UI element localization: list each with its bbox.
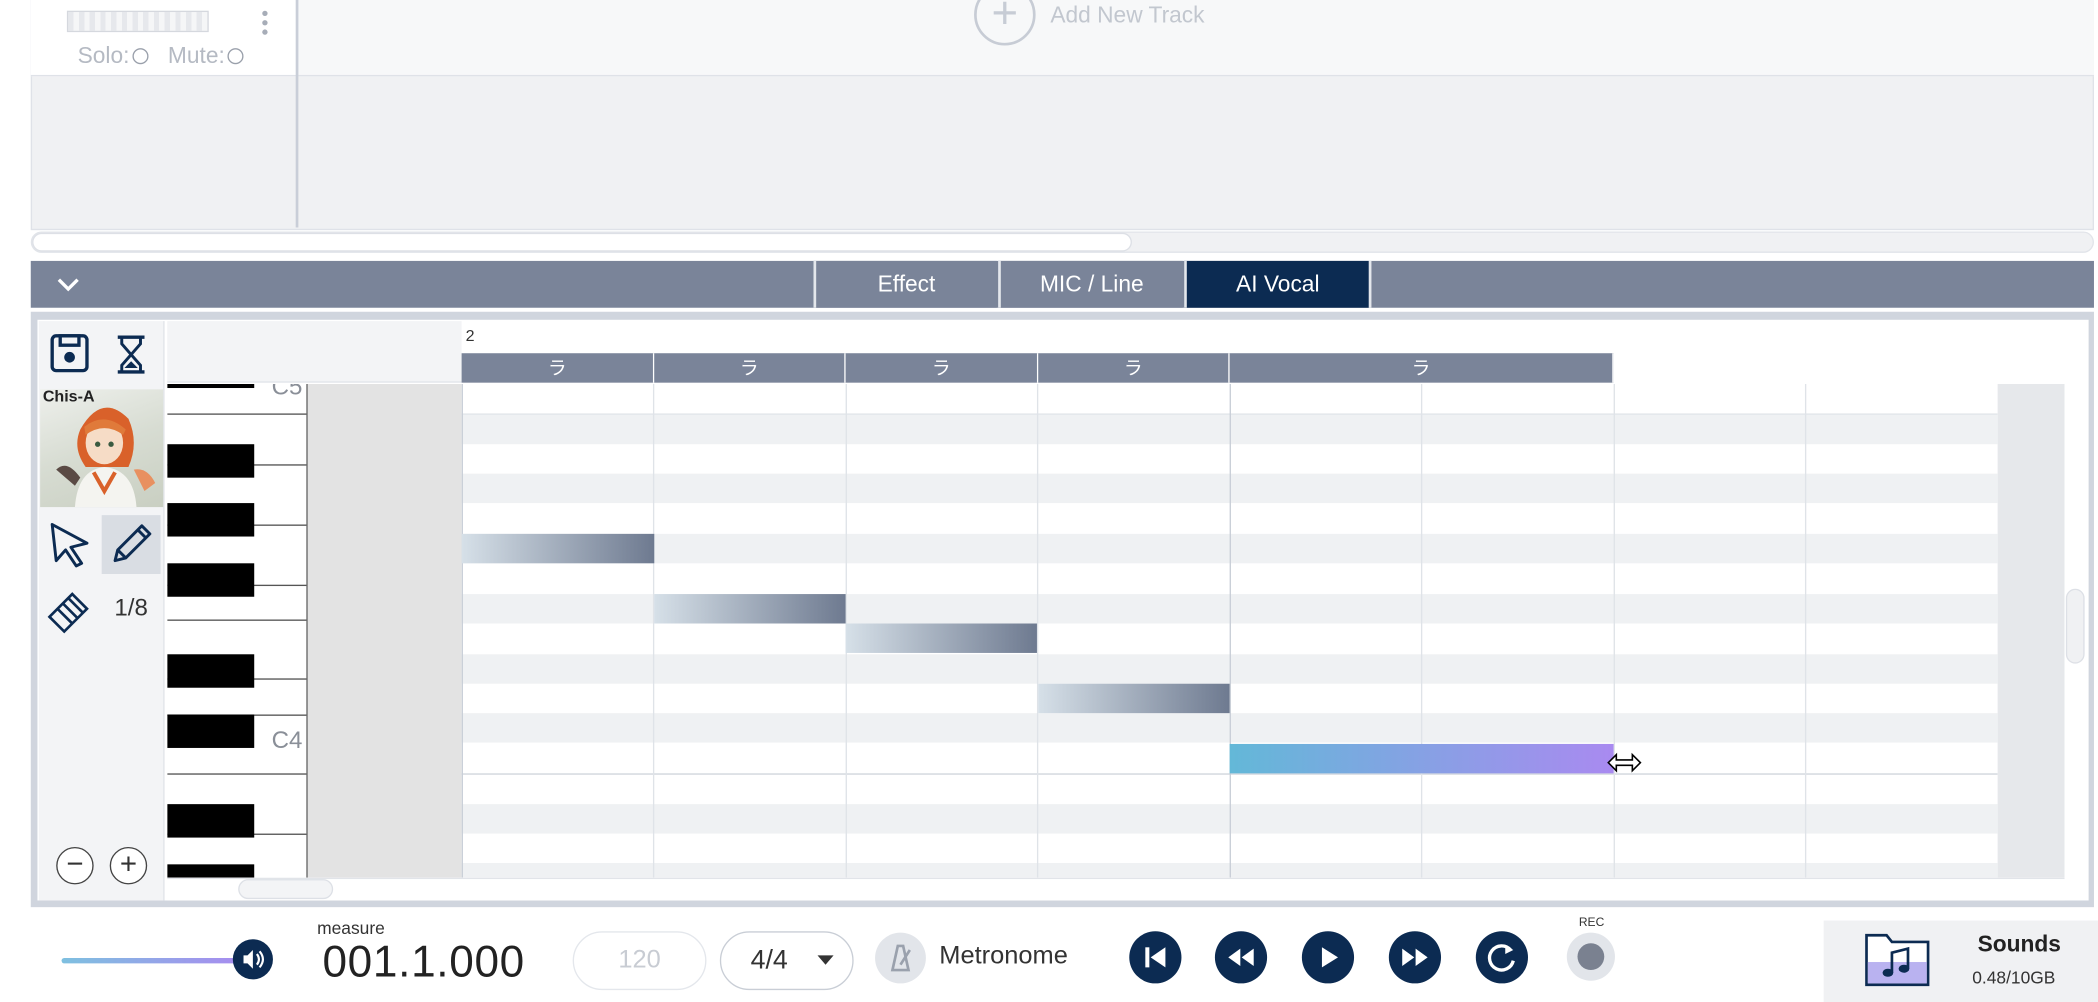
track-divider: [295, 0, 299, 228]
solo-toggle[interactable]: [132, 48, 149, 65]
vocal-note[interactable]: [845, 623, 1037, 653]
eraser-icon[interactable]: [40, 579, 100, 639]
track-menu-icon[interactable]: [262, 10, 268, 35]
horizontal-scrollbar-thumb[interactable]: [238, 879, 334, 900]
solo-mute-row: Solo: Mute:: [78, 43, 244, 70]
tab-mic-line[interactable]: MIC / Line: [998, 260, 1183, 308]
note-grid[interactable]: [461, 384, 1998, 878]
metronome-icon[interactable]: [875, 932, 926, 984]
next-bar-area: [1997, 384, 2065, 878]
piano-keyboard[interactable]: [167, 384, 308, 878]
resize-cursor-icon: [1606, 749, 1643, 776]
zoom-out-button[interactable]: −: [56, 846, 94, 885]
metronome-label[interactable]: Metronome: [939, 942, 1068, 971]
bar-number: 2: [465, 326, 475, 346]
storage-usage: 0.48/10GB: [1972, 967, 2056, 988]
pre-roll-area: [307, 384, 462, 878]
skip-start-icon[interactable]: [1129, 931, 1182, 984]
sounds-label[interactable]: Sounds: [1978, 931, 2061, 958]
measure-label: measure: [317, 917, 385, 938]
mute-label: Mute:: [167, 42, 225, 69]
piano-black-key[interactable]: [167, 654, 255, 688]
solo-label: Solo:: [77, 42, 130, 69]
piano-black-key[interactable]: [167, 864, 255, 878]
chevron-down-icon[interactable]: [48, 268, 88, 303]
editor-horizontal-scrollbar[interactable]: [167, 877, 2065, 901]
lyric-block[interactable]: ラ: [845, 353, 1039, 383]
snap-division-selector[interactable]: 1/8: [102, 589, 161, 626]
piano-black-key[interactable]: [167, 503, 255, 537]
hourglass-icon[interactable]: [104, 328, 158, 382]
lyric-block[interactable]: ラ: [461, 353, 655, 383]
play-icon[interactable]: [1301, 931, 1355, 984]
arrow-pointer-icon[interactable]: [40, 515, 100, 575]
playhead-position[interactable]: 001.1.000: [322, 937, 524, 988]
record-icon[interactable]: [1577, 943, 1605, 971]
lyric-block[interactable]: ラ: [1229, 353, 1614, 383]
rec-label: REC: [1578, 915, 1605, 929]
rewind-icon[interactable]: [1214, 931, 1268, 984]
singer-avatar[interactable]: [40, 389, 164, 508]
vertical-scrollbar-thumb[interactable]: [2065, 588, 2085, 664]
singer-name: Chis-A: [42, 386, 95, 406]
speaker-icon[interactable]: [232, 939, 273, 980]
master-volume-slider[interactable]: [61, 958, 249, 964]
lyric-block[interactable]: ラ: [1038, 353, 1230, 383]
chevron-down-icon[interactable]: [817, 955, 834, 965]
ruler-spacer: [167, 321, 462, 383]
track-level-meter: [66, 10, 209, 33]
music-folder-icon[interactable]: [1862, 927, 1932, 989]
tab-ai-vocal[interactable]: AI Vocal: [1184, 260, 1369, 308]
vocal-note[interactable]: [1038, 683, 1230, 714]
tab-effect[interactable]: Effect: [813, 260, 997, 308]
fast-forward-icon[interactable]: [1388, 931, 1442, 984]
piano-black-key[interactable]: [167, 804, 255, 838]
vocal-note[interactable]: [461, 533, 655, 564]
tab-divider: [1368, 260, 1372, 308]
track-scrollbar-thumb[interactable]: [32, 232, 1132, 252]
save-icon[interactable]: [44, 328, 98, 382]
lyric-block[interactable]: ラ: [654, 353, 846, 383]
piano-black-key[interactable]: [167, 714, 255, 748]
zoom-in-button[interactable]: +: [109, 846, 148, 885]
vocal-note-selected[interactable]: [1229, 743, 1614, 774]
piano-black-key[interactable]: [167, 384, 255, 389]
app-stage: Solo: Mute: + Add New Track Effect MIC /…: [0, 0, 2098, 1002]
loop-icon[interactable]: [1475, 931, 1528, 984]
octave-label: C4: [271, 726, 303, 754]
tempo-field[interactable]: 120: [572, 931, 707, 991]
mute-toggle[interactable]: [227, 48, 244, 65]
piano-black-key[interactable]: [167, 563, 255, 597]
piano-black-key[interactable]: [167, 444, 255, 478]
add-track-label[interactable]: Add New Track: [1050, 3, 1204, 30]
pencil-icon[interactable]: [101, 515, 161, 575]
vocal-note[interactable]: [654, 594, 846, 624]
ruler-end-area: [1997, 321, 2065, 385]
